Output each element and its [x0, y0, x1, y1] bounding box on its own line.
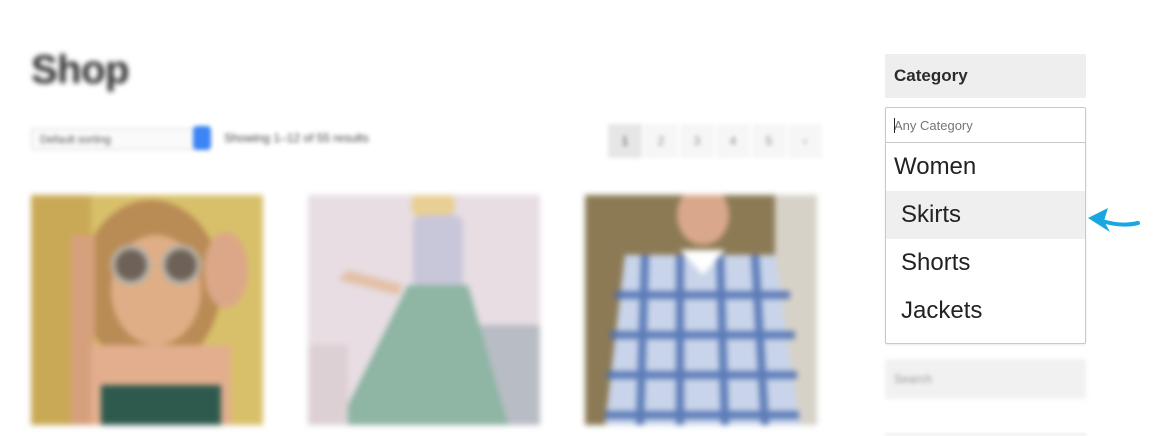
arrow-left-icon [1088, 208, 1140, 232]
result-count: Showing 1–12 of 55 results [224, 131, 369, 145]
text-cursor [894, 118, 895, 133]
product-image[interactable] [31, 195, 263, 425]
product-image[interactable] [585, 195, 817, 425]
page-title: Shop [31, 48, 129, 92]
page-link-2[interactable]: 2 [644, 124, 678, 158]
product-photo-woman-sunglasses [31, 195, 263, 425]
page-link-4[interactable]: 4 [716, 124, 750, 158]
shop-page: Shop Default sorting Showing 1–12 of 55 … [0, 0, 1176, 436]
pagination: 1 2 3 4 5 › [608, 124, 822, 158]
category-option-shorts[interactable]: Shorts [886, 239, 1085, 287]
next-page-chevron-right-icon[interactable]: › [788, 124, 822, 158]
sorting-select-value: Default sorting [40, 134, 111, 146]
category-search-input[interactable] [886, 108, 1085, 143]
sorting-select-arrow-icon[interactable] [193, 126, 211, 150]
product-photo-green-skirt [308, 195, 540, 425]
page-link-5[interactable]: 5 [752, 124, 786, 158]
page-link-1[interactable]: 1 [608, 124, 642, 158]
product-photo-plaid-shirt [585, 195, 817, 425]
category-widget-title: Category [885, 54, 1086, 98]
shop-toolbar: Default sorting Showing 1–12 of 55 resul… [31, 124, 822, 158]
sidebar-search-input[interactable]: Search [885, 359, 1086, 399]
category-option-women[interactable]: Women [886, 143, 1085, 191]
category-search-wrapper [886, 108, 1085, 143]
category-option-jackets[interactable]: Jackets [886, 287, 1085, 335]
page-link-3[interactable]: 3 [680, 124, 714, 158]
product-image[interactable] [308, 195, 540, 425]
sorting-select[interactable]: Default sorting [31, 128, 209, 150]
category-dropdown[interactable]: Women Skirts Shorts Jackets [885, 107, 1086, 344]
category-option-skirts[interactable]: Skirts [886, 191, 1085, 239]
